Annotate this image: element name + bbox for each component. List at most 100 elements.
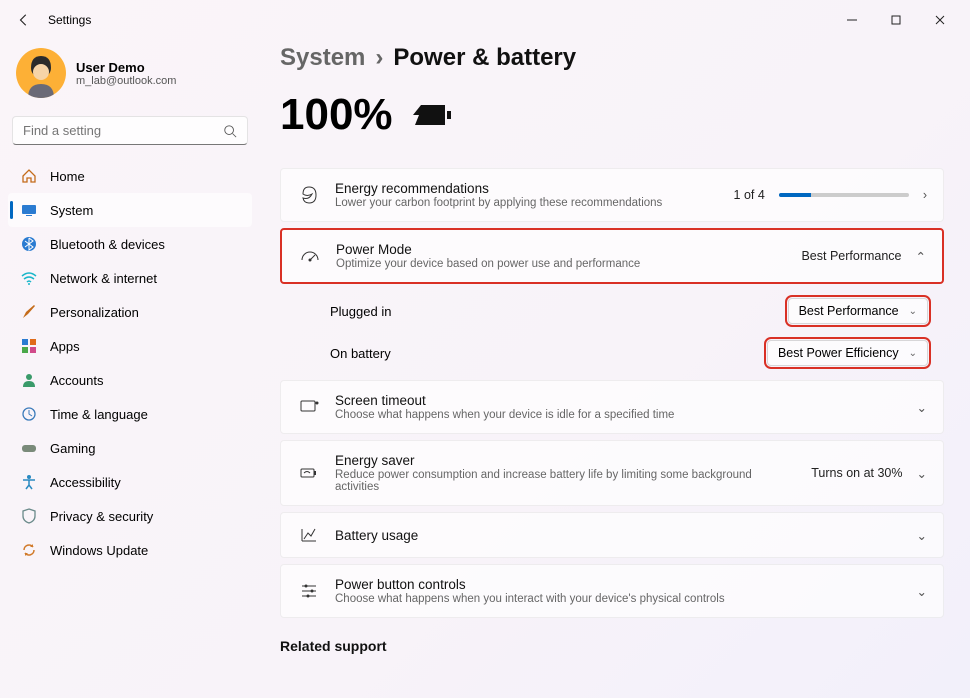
card-title: Battery usage <box>335 528 903 543</box>
screen-icon <box>297 397 321 417</box>
powermode-subpanel: Plugged in Best Performance ⌄ On battery… <box>280 290 944 374</box>
user-email: m_lab@outlook.com <box>76 75 176 87</box>
maximize-button[interactable] <box>874 4 918 36</box>
nav-bluetooth[interactable]: Bluetooth & devices <box>8 227 252 261</box>
chevron-down-icon: ⌄ <box>917 584 927 599</box>
close-icon <box>935 15 945 25</box>
user-block[interactable]: User Demo m_lab@outlook.com <box>8 40 252 116</box>
sliders-icon <box>297 581 321 601</box>
back-button[interactable] <box>8 4 40 36</box>
card-energy-recommendations[interactable]: Energy recommendations Lower your carbon… <box>280 168 944 222</box>
nav-privacy[interactable]: Privacy & security <box>8 499 252 533</box>
chevron-down-icon: ⌄ <box>917 400 927 415</box>
card-title: Energy recommendations <box>335 181 720 196</box>
nav-label: Network & internet <box>50 271 157 286</box>
nav-label: Windows Update <box>50 543 148 558</box>
nav-label: Apps <box>50 339 80 354</box>
person-icon <box>20 371 38 389</box>
clock-icon <box>20 405 38 423</box>
dropdown-value: Best Performance <box>799 304 899 318</box>
breadcrumb-current: Power & battery <box>393 44 576 72</box>
energy-count: 1 of 4 <box>734 188 765 202</box>
card-desc: Reduce power consumption and increase ba… <box>335 469 797 493</box>
nav-gaming[interactable]: Gaming <box>8 431 252 465</box>
nav-system[interactable]: System <box>8 193 252 227</box>
battery-full-icon <box>411 101 457 129</box>
card-energy-saver[interactable]: Energy saver Reduce power consumption an… <box>280 440 944 506</box>
nav-label: Home <box>50 169 85 184</box>
brush-icon <box>20 303 38 321</box>
battery-percent: 100% <box>280 90 393 140</box>
card-desc: Choose what happens when you interact wi… <box>335 593 903 605</box>
card-title: Power Mode <box>336 242 787 257</box>
nav-label: Accounts <box>50 373 103 388</box>
related-support-heading: Related support <box>280 638 944 654</box>
on-battery-dropdown[interactable]: Best Power Efficiency ⌄ <box>767 340 928 366</box>
nav-label: System <box>50 203 93 218</box>
card-desc: Choose what happens when your device is … <box>335 409 903 421</box>
saver-value: Turns on at 30% <box>811 466 902 480</box>
shield-icon <box>20 507 38 525</box>
search-input[interactable] <box>23 123 223 138</box>
system-icon <box>20 201 38 219</box>
nav-time[interactable]: Time & language <box>8 397 252 431</box>
nav-network[interactable]: Network & internet <box>8 261 252 295</box>
chevron-down-icon: ⌄ <box>909 348 917 359</box>
minimize-button[interactable] <box>830 4 874 36</box>
search-box[interactable] <box>12 116 248 145</box>
nav-label: Accessibility <box>50 475 121 490</box>
apps-icon <box>20 337 38 355</box>
card-battery-usage[interactable]: Battery usage ⌄ <box>280 512 944 558</box>
nav-apps[interactable]: Apps <box>8 329 252 363</box>
plugged-in-dropdown[interactable]: Best Performance ⌄ <box>788 298 928 324</box>
window-title: Settings <box>48 13 91 27</box>
bluetooth-icon <box>20 235 38 253</box>
speedometer-icon <box>298 246 322 266</box>
dropdown-value: Best Power Efficiency <box>778 346 899 360</box>
minimize-icon <box>847 15 857 25</box>
card-title: Screen timeout <box>335 393 903 408</box>
chart-icon <box>297 525 321 545</box>
card-title: Energy saver <box>335 453 797 468</box>
update-icon <box>20 541 38 559</box>
card-power-mode[interactable]: Power Mode Optimize your device based on… <box>280 228 944 284</box>
maximize-icon <box>891 15 901 25</box>
nav-label: Gaming <box>50 441 96 456</box>
chevron-up-icon: ⌃ <box>916 249 926 264</box>
breadcrumb-parent[interactable]: System <box>280 44 365 72</box>
home-icon <box>20 167 38 185</box>
nav-label: Bluetooth & devices <box>50 237 165 252</box>
close-button[interactable] <box>918 4 962 36</box>
card-desc: Optimize your device based on power use … <box>336 258 787 270</box>
battery-leaf-icon <box>297 463 321 483</box>
breadcrumb-sep: › <box>375 44 383 72</box>
nav-windowsupdate[interactable]: Windows Update <box>8 533 252 567</box>
breadcrumb: System › Power & battery <box>280 44 944 72</box>
on-battery-label: On battery <box>330 346 391 361</box>
nav-personalization[interactable]: Personalization <box>8 295 252 329</box>
wifi-icon <box>20 269 38 287</box>
card-title: Power button controls <box>335 577 903 592</box>
card-desc: Lower your carbon footprint by applying … <box>335 197 720 209</box>
energy-progress <box>779 193 909 197</box>
chevron-right-icon: › <box>923 188 927 202</box>
battery-hero: 100% <box>280 90 944 140</box>
nav-label: Time & language <box>50 407 148 422</box>
nav-label: Privacy & security <box>50 509 153 524</box>
card-screen-timeout[interactable]: Screen timeout Choose what happens when … <box>280 380 944 434</box>
leaf-icon <box>297 185 321 205</box>
chevron-down-icon: ⌄ <box>917 528 927 543</box>
powermode-value: Best Performance <box>801 249 901 263</box>
card-power-button[interactable]: Power button controls Choose what happen… <box>280 564 944 618</box>
search-icon <box>223 124 237 138</box>
nav-home[interactable]: Home <box>8 159 252 193</box>
chevron-down-icon: ⌄ <box>917 466 927 481</box>
gamepad-icon <box>20 439 38 457</box>
user-name: User Demo <box>76 60 176 75</box>
arrow-left-icon <box>17 13 31 27</box>
chevron-down-icon: ⌄ <box>909 306 917 317</box>
nav-label: Personalization <box>50 305 139 320</box>
plugged-in-label: Plugged in <box>330 304 391 319</box>
nav-accounts[interactable]: Accounts <box>8 363 252 397</box>
nav-accessibility[interactable]: Accessibility <box>8 465 252 499</box>
